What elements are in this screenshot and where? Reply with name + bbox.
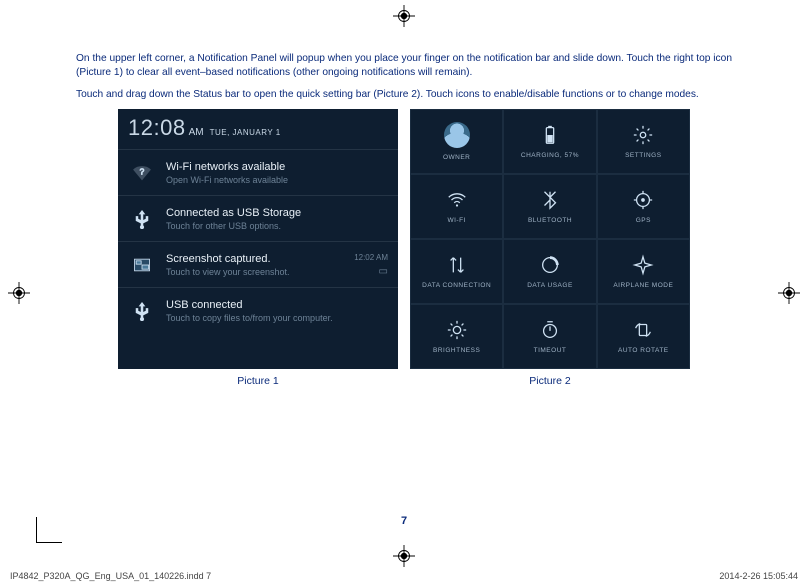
qs-tile-owner[interactable]: OWNER	[410, 109, 503, 174]
gear-icon	[632, 124, 654, 146]
data-usage-icon	[539, 254, 561, 276]
bluetooth-icon	[539, 189, 561, 211]
registration-mark-icon	[778, 282, 800, 304]
qs-label: DATA CONNECTION	[422, 282, 491, 289]
svg-text:?: ?	[140, 166, 145, 176]
qs-label: CHARGING, 57%	[521, 152, 579, 159]
figure-2-caption: Picture 2	[410, 375, 690, 387]
timeout-icon	[539, 319, 561, 341]
registration-mark-icon	[8, 282, 30, 304]
paragraph-1: On the upper left corner, a Notification…	[76, 52, 732, 80]
qs-tile-wifi[interactable]: WI-FI	[410, 174, 503, 239]
notification-row[interactable]: USB connected Touch to copy files to/fro…	[118, 287, 398, 333]
notification-panel-screenshot: 12:08 AM TUE, JANUARY 1 ? Wi-Fi networks…	[118, 109, 398, 369]
figure-1-caption: Picture 1	[118, 375, 398, 387]
wifi-icon	[446, 189, 468, 211]
notification-row[interactable]: Screenshot captured. Touch to view your …	[118, 241, 398, 287]
notification-title: Screenshot captured.	[166, 253, 354, 265]
qs-label: AIRPLANE MODE	[613, 282, 673, 289]
notification-subtitle: Touch to copy files to/from your compute…	[166, 313, 388, 323]
clock-ampm: AM	[189, 127, 204, 138]
notification-time: 12:02 AM	[354, 253, 388, 262]
notification-subtitle: Touch for other USB options.	[166, 221, 388, 231]
page-content: On the upper left corner, a Notification…	[76, 52, 732, 387]
status-bar: 12:08 AM TUE, JANUARY 1	[118, 109, 398, 149]
airplane-icon	[632, 254, 654, 276]
qs-label: BRIGHTNESS	[433, 347, 480, 354]
notification-text: Wi-Fi networks available Open Wi-Fi netw…	[166, 161, 388, 185]
quick-settings-screenshot: OWNER CHARGING, 57% SETTINGS WI-FI BLUET…	[410, 109, 690, 369]
gps-icon	[632, 189, 654, 211]
owner-avatar-icon	[444, 122, 470, 148]
notification-text: Connected as USB Storage Touch for other…	[166, 207, 388, 231]
notification-text: USB connected Touch to copy files to/fro…	[166, 299, 388, 323]
paragraph-2: Touch and drag down the Status bar to op…	[76, 88, 732, 102]
notification-subtitle: Open Wi-Fi networks available	[166, 175, 388, 185]
qs-label: BLUETOOTH	[528, 217, 572, 224]
notification-title: Wi-Fi networks available	[166, 161, 388, 173]
notification-row[interactable]: ? Wi-Fi networks available Open Wi-Fi ne…	[118, 149, 398, 195]
qs-label: WI-FI	[447, 217, 465, 224]
qs-tile-timeout[interactable]: TIMEOUT	[503, 304, 596, 369]
wifi-question-icon: ?	[128, 159, 156, 187]
qs-tile-battery[interactable]: CHARGING, 57%	[503, 109, 596, 174]
registration-mark-icon	[393, 545, 415, 567]
qs-label: SETTINGS	[625, 152, 662, 159]
qs-tile-bluetooth[interactable]: BLUETOOTH	[503, 174, 596, 239]
qs-tile-brightness[interactable]: BRIGHTNESS	[410, 304, 503, 369]
page-number: 7	[0, 515, 808, 527]
notification-meta: 12:02 AM ▭	[354, 253, 388, 277]
screenshot-thumbnail-icon	[128, 251, 156, 279]
notification-text: Screenshot captured. Touch to view your …	[166, 253, 354, 277]
figure-1: 12:08 AM TUE, JANUARY 1 ? Wi-Fi networks…	[118, 109, 398, 387]
qs-label: AUTO ROTATE	[618, 347, 669, 354]
notification-title: Connected as USB Storage	[166, 207, 388, 219]
figures-row: 12:08 AM TUE, JANUARY 1 ? Wi-Fi networks…	[76, 109, 732, 387]
qs-label: DATA USAGE	[527, 282, 573, 289]
clock-date: TUE, JANUARY 1	[210, 128, 281, 137]
print-footer: IP4842_P320A_QG_Eng_USA_01_140226.indd 7…	[10, 571, 798, 581]
figure-2: OWNER CHARGING, 57% SETTINGS WI-FI BLUET…	[410, 109, 690, 387]
notification-row[interactable]: Connected as USB Storage Touch for other…	[118, 195, 398, 241]
qs-tile-data-connection[interactable]: DATA CONNECTION	[410, 239, 503, 304]
qs-label: OWNER	[443, 154, 470, 161]
qs-label: TIMEOUT	[534, 347, 567, 354]
clock-time: 12:08	[128, 115, 186, 141]
qs-label: GPS	[636, 217, 651, 224]
brightness-icon	[446, 319, 468, 341]
registration-mark-icon	[393, 5, 415, 27]
qs-tile-settings[interactable]: SETTINGS	[597, 109, 690, 174]
usb-icon	[128, 205, 156, 233]
qs-tile-data-usage[interactable]: DATA USAGE	[503, 239, 596, 304]
footer-datetime: 2014-2-26 15:05:44	[719, 571, 798, 581]
qs-tile-airplane[interactable]: AIRPLANE MODE	[597, 239, 690, 304]
usb-icon	[128, 297, 156, 325]
data-arrows-icon	[446, 254, 468, 276]
notification-title: USB connected	[166, 299, 388, 311]
image-icon: ▭	[354, 266, 388, 277]
qs-tile-autorotate[interactable]: AUTO ROTATE	[597, 304, 690, 369]
footer-filename: IP4842_P320A_QG_Eng_USA_01_140226.indd 7	[10, 571, 211, 581]
auto-rotate-icon	[632, 319, 654, 341]
battery-icon	[539, 124, 561, 146]
qs-tile-gps[interactable]: GPS	[597, 174, 690, 239]
notification-subtitle: Touch to view your screenshot.	[166, 267, 354, 277]
